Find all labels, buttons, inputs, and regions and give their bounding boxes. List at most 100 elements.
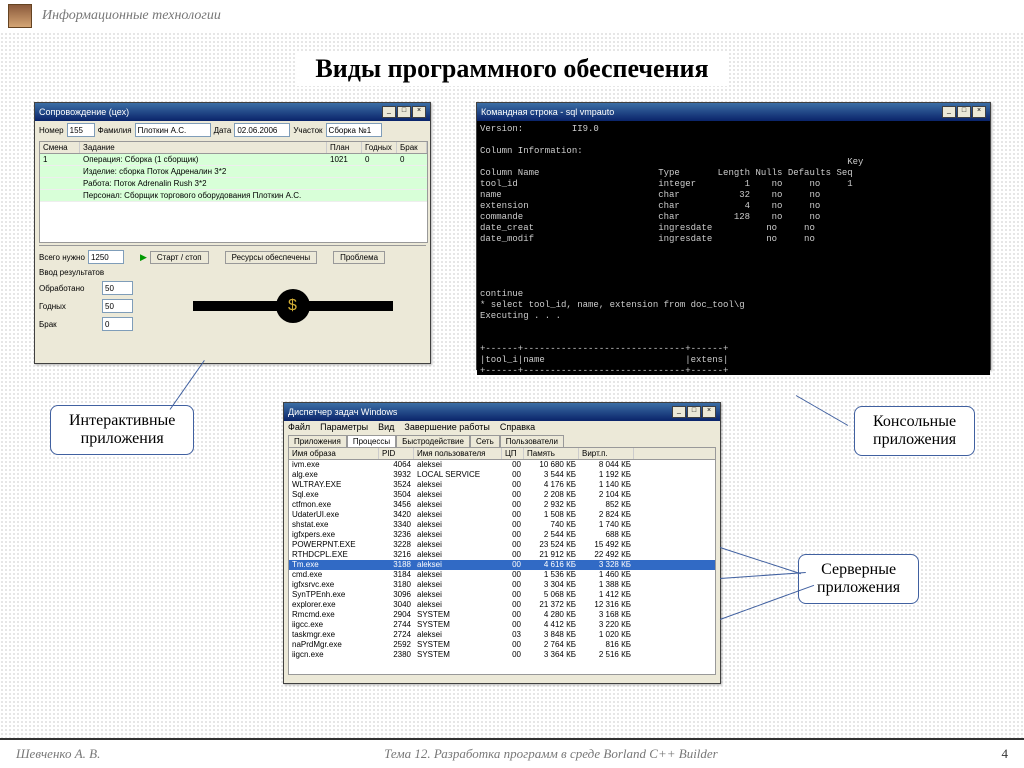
done-label: Обработано: [39, 284, 99, 293]
taskmanager-window: Диспетчер задач Windows _ □ × Файл Парам…: [283, 402, 721, 684]
console-window: Командная строка - sql vmpauto _ □ × Ver…: [476, 102, 991, 370]
window-title: Командная строка - sql vmpauto: [481, 107, 614, 117]
footer-topic: Тема 12. Разработка программ в среде Bor…: [100, 746, 1001, 762]
table-row[interactable]: SynTPEnh.exe3096aleksei005 068 КБ1 412 К…: [289, 590, 715, 600]
table-row[interactable]: 1 Операция: Сборка (1 сборщик) 1021 0 0: [40, 154, 427, 166]
maximize-icon[interactable]: □: [957, 106, 971, 118]
table-row[interactable]: WLTRAY.EXE3524aleksei004 176 КБ1 140 КБ: [289, 480, 715, 490]
col-cpu[interactable]: ЦП: [502, 448, 524, 459]
col-vm[interactable]: Вирт.п.: [579, 448, 634, 459]
date-field[interactable]: 02.06.2006: [234, 123, 290, 137]
total-label: Всего нужно: [39, 253, 85, 262]
close-icon[interactable]: ×: [972, 106, 986, 118]
table-row[interactable]: iigcc.exe2744SYSTEM004 412 КБ3 220 КБ: [289, 620, 715, 630]
tab-processes[interactable]: Процессы: [347, 435, 396, 447]
number-label: Номер: [39, 126, 64, 135]
table-row[interactable]: Персонал: Сборщик торгового оборудования…: [40, 190, 427, 202]
titlebar: Командная строка - sql vmpauto _ □ ×: [477, 103, 990, 121]
slide-area: Сопровождение (цех) _ □ × Номер 155 Фами…: [0, 100, 1024, 720]
tab-users[interactable]: Пользователи: [500, 435, 564, 447]
menu-shutdown[interactable]: Завершение работы: [404, 422, 489, 432]
minimize-icon[interactable]: _: [942, 106, 956, 118]
callout-console: Консольные приложения: [854, 406, 975, 456]
menu-options[interactable]: Параметры: [320, 422, 368, 432]
table-row[interactable]: Tm.exe3188aleksei004 616 КБ3 328 КБ: [289, 560, 715, 570]
table-row[interactable]: explorer.exe3040aleksei0021 372 КБ12 316…: [289, 600, 715, 610]
table-row[interactable]: Rmcmd.exe2904SYSTEM004 280 КБ3 168 КБ: [289, 610, 715, 620]
table-row[interactable]: naPrdMgr.exe2592SYSTEM002 764 КБ816 КБ: [289, 640, 715, 650]
table-row[interactable]: ctfmon.exe3456aleksei002 932 КБ852 КБ: [289, 500, 715, 510]
surname-label: Фамилия: [98, 126, 132, 135]
window-title: Сопровождение (цех): [39, 107, 129, 117]
number-field[interactable]: 155: [67, 123, 95, 137]
footer-author: Шевченко А. В.: [16, 746, 100, 762]
close-icon[interactable]: ×: [412, 106, 426, 118]
interactive-app-window: Сопровождение (цех) _ □ × Номер 155 Фами…: [34, 102, 431, 364]
close-icon[interactable]: ×: [702, 406, 716, 418]
input-label: Ввод результатов: [39, 268, 104, 277]
menubar: Файл Параметры Вид Завершение работы Спр…: [284, 421, 720, 433]
good-label: Годных: [39, 302, 99, 311]
good-field[interactable]: 50: [102, 299, 133, 313]
logo-icon: [8, 4, 32, 28]
table-row[interactable]: ivm.exe4064aleksei0010 680 КБ8 044 КБ: [289, 460, 715, 470]
callout-line: [720, 572, 806, 579]
col-mem[interactable]: Память: [524, 448, 579, 459]
tabbar: Приложения Процессы Быстродействие Сеть …: [284, 433, 720, 447]
resources-button[interactable]: Ресурсы обеспечены: [225, 251, 317, 264]
col-task: Задание: [80, 142, 327, 153]
problem-button[interactable]: Проблема: [333, 251, 385, 264]
window-title: Диспетчер задач Windows: [288, 407, 397, 417]
maximize-icon[interactable]: □: [687, 406, 701, 418]
surname-field[interactable]: Плоткин А.С.: [135, 123, 211, 137]
table-row[interactable]: Sql.exe3504aleksei002 208 КБ2 104 КБ: [289, 490, 715, 500]
table-row[interactable]: shstat.exe3340aleksei00740 КБ1 740 КБ: [289, 520, 715, 530]
minimize-icon[interactable]: _: [382, 106, 396, 118]
titlebar: Диспетчер задач Windows _ □ ×: [284, 403, 720, 421]
table-row[interactable]: Изделие: сборка Поток Адреналин 3*2: [40, 166, 427, 178]
area-field[interactable]: Сборка №1: [326, 123, 382, 137]
menu-file[interactable]: Файл: [288, 422, 310, 432]
callout-line: [720, 547, 801, 574]
total-field[interactable]: 1250: [88, 250, 124, 264]
col-name[interactable]: Имя образа: [289, 448, 379, 459]
maximize-icon[interactable]: □: [397, 106, 411, 118]
table-row[interactable]: igfxsrvc.exe3180aleksei003 304 КБ1 388 К…: [289, 580, 715, 590]
bad-field[interactable]: 0: [102, 317, 133, 331]
tab-net[interactable]: Сеть: [470, 435, 500, 447]
col-user[interactable]: Имя пользователя: [414, 448, 502, 459]
process-table: Имя образа PID Имя пользователя ЦП Памят…: [288, 447, 716, 675]
footer: Шевченко А. В. Тема 12. Разработка прогр…: [0, 738, 1024, 768]
menu-help[interactable]: Справка: [500, 422, 535, 432]
header-title: Информационные технологии: [42, 8, 221, 24]
table-row[interactable]: Работа: Поток Adrenalin Rush 3*2: [40, 178, 427, 190]
table-row[interactable]: alg.exe3932LOCAL SERVICE003 544 КБ1 192 …: [289, 470, 715, 480]
area-label: Участок: [293, 126, 322, 135]
callout-line: [170, 360, 205, 410]
tab-apps[interactable]: Приложения: [288, 435, 347, 447]
table-row[interactable]: UdaterUI.exe3420aleksei001 508 КБ2 824 К…: [289, 510, 715, 520]
footer-page: 4: [1002, 746, 1009, 762]
bad-label: Брак: [39, 320, 99, 329]
callout-line: [796, 395, 848, 426]
table-row[interactable]: cmd.exe3184aleksei001 536 КБ1 460 КБ: [289, 570, 715, 580]
table-row[interactable]: igfxpers.exe3236aleksei002 544 КБ688 КБ: [289, 530, 715, 540]
date-label: Дата: [214, 126, 232, 135]
table-row[interactable]: RTHDCPL.EXE3216aleksei0021 912 КБ22 492 …: [289, 550, 715, 560]
menu-view[interactable]: Вид: [378, 422, 394, 432]
callout-line: [720, 585, 814, 620]
tab-perf[interactable]: Быстродействие: [396, 435, 470, 447]
col-plan: План: [327, 142, 362, 153]
callout-server: Серверные приложения: [798, 554, 919, 604]
done-field[interactable]: 50: [102, 281, 133, 295]
table-row[interactable]: POWERPNT.EXE3228aleksei0023 524 КБ15 492…: [289, 540, 715, 550]
task-table: Смена Задание План Годных Брак 1 Операци…: [39, 141, 428, 243]
header: Информационные технологии: [0, 0, 1024, 32]
table-row[interactable]: iigcn.exe2380SYSTEM003 364 КБ2 516 КБ: [289, 650, 715, 660]
col-pid[interactable]: PID: [379, 448, 414, 459]
gauge-icon: $: [193, 283, 393, 329]
titlebar: Сопровождение (цех) _ □ ×: [35, 103, 430, 121]
table-row[interactable]: taskmgr.exe2724aleksei033 848 КБ1 020 КБ: [289, 630, 715, 640]
minimize-icon[interactable]: _: [672, 406, 686, 418]
start-button[interactable]: Старт / стоп: [150, 251, 209, 264]
